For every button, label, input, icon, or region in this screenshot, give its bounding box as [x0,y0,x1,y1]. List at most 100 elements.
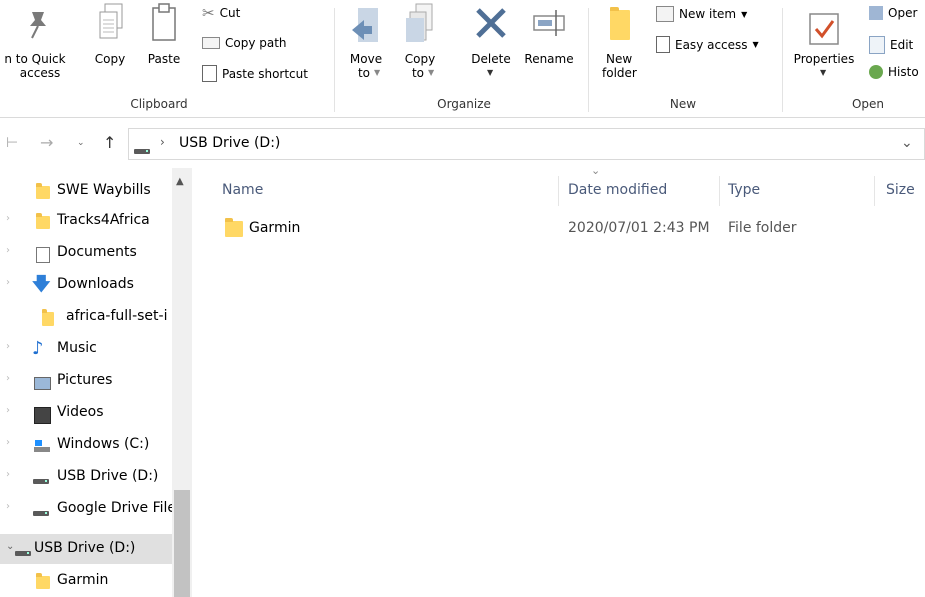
copy-button[interactable]: Copy [88,0,132,92]
paste-shortcut-button[interactable]: Paste shortcut [202,65,308,82]
chevron-down-icon: ▼ [428,68,435,77]
pin-label-line1: n to Quick [4,52,66,66]
expand-chevron-icon[interactable]: › [6,501,10,512]
copy-path-button[interactable]: Copy path [202,36,287,50]
history-button[interactable]: Histo [869,65,919,79]
expand-chevron-icon[interactable]: › [6,469,10,480]
scroll-up-arrow-icon[interactable]: ▲ [176,176,184,187]
scrollbar-thumb[interactable] [174,490,190,597]
column-header-type[interactable]: Type [728,182,760,198]
paste-label: Paste [147,52,181,66]
column-divider [558,176,559,206]
expand-chevron-icon[interactable]: › [6,437,10,448]
edit-button[interactable]: Edit [869,36,913,54]
nav-item-pictures[interactable]: › Pictures [0,366,172,396]
new-folder-label-line1: New [606,52,633,66]
ribbon-separator [334,8,335,112]
folder-icon [32,573,50,590]
delete-label: Delete [471,52,511,66]
paste-shortcut-icon [202,65,217,82]
paste-button[interactable]: Paste [140,0,188,92]
nav-item-africa-full-set[interactable]: africa-full-set-i [0,302,172,332]
nav-item-label: USB Drive (D:) [34,540,136,556]
chevron-down-icon: ▼ [741,9,748,19]
address-box[interactable]: › USB Drive (D:) ⌄ [128,128,925,160]
videos-icon [32,406,51,424]
column-divider [874,176,875,206]
windows-drive-icon [32,438,50,454]
chevron-down-icon: ▼ [487,68,494,77]
ribbon-separator [588,8,589,112]
table-row[interactable]: Garmin 2020/07/01 2:43 PM File folder [200,214,925,244]
navigation-pane: SWE Waybills › Tracks4Africa › Documents… [0,168,192,597]
nav-item-swe-waybills[interactable]: SWE Waybills [0,176,172,206]
paste-shortcut-label: Paste shortcut [222,66,308,81]
column-header-size[interactable]: Size [886,182,915,198]
cut-button[interactable]: ✂ Cut [202,4,240,22]
pictures-icon [32,374,51,390]
properties-label: Properties [793,52,855,66]
nav-item-windows-c[interactable]: › Windows (C:) [0,430,172,460]
expand-chevron-icon[interactable]: › [6,405,10,416]
move-to-label-line1: Move [349,52,383,66]
new-item-icon [656,6,674,22]
column-header-date-modified[interactable]: Date modified [568,182,667,198]
nav-item-label: Documents [57,244,137,260]
nav-item-label: Downloads [57,276,134,292]
easy-access-label: Easy access [675,37,748,52]
ribbon-separator [782,8,783,112]
edit-icon [869,36,885,54]
chevron-down-icon: ▼ [752,40,759,49]
new-folder-button[interactable]: New folder [598,0,644,92]
nav-item-garmin[interactable]: Garmin [0,566,172,596]
address-path[interactable]: USB Drive (D:) [179,135,280,151]
expand-chevron-icon[interactable]: › [6,277,10,288]
nav-item-label: USB Drive (D:) [57,468,159,484]
open-button[interactable]: Oper [869,6,917,20]
new-item-button[interactable]: New item ▼ [656,6,747,22]
folder-icon [225,218,243,237]
folder-icon [32,183,50,200]
expand-chevron-icon[interactable]: › [6,213,10,224]
nav-item-documents[interactable]: › Documents [0,238,172,268]
nav-item-label: Tracks4Africa [57,212,150,228]
move-to-button[interactable]: Move to ▼ [344,0,388,92]
open-group-label: Open [851,97,885,111]
open-icon [869,6,883,20]
paste-icon [152,3,176,41]
nav-item-label: SWE Waybills [57,182,151,198]
nav-item-usb-drive-d-selected[interactable]: ⌄ USB Drive (D:) [0,534,172,564]
nav-item-music[interactable]: › ♪ Music [0,334,172,364]
nav-item-usb-drive-d[interactable]: › USB Drive (D:) [0,462,172,492]
sort-indicator-icon: ⌄ [591,164,601,177]
address-dropdown-chevron-icon[interactable]: ⌄ [901,135,913,151]
expand-chevron-icon[interactable]: › [6,245,10,256]
open-label: Oper [888,6,918,20]
up-arrow-icon[interactable]: ↑ [103,133,116,152]
nav-item-google-drive[interactable]: › Google Drive File [0,494,172,524]
clipboard-group-label: Clipboard [130,97,188,111]
easy-access-button[interactable]: Easy access ▼ [656,36,759,53]
pin-to-quick-access-button[interactable]: n to Quick access [0,0,80,92]
nav-scrollbar[interactable]: ▲ [172,168,192,597]
copy-to-button[interactable]: Copy to ▼ [398,0,442,92]
expand-chevron-icon[interactable]: › [6,373,10,384]
forward-arrow-icon[interactable]: → [40,133,53,152]
nav-item-videos[interactable]: › Videos [0,398,172,428]
properties-button[interactable]: Properties ▼ [786,0,862,92]
expand-chevron-icon[interactable]: › [6,341,10,352]
delete-button[interactable]: Delete ▼ [464,0,518,92]
rename-button[interactable]: Rename [520,0,578,92]
recent-locations-chevron-icon[interactable]: ⌄ [77,138,85,148]
column-header-name[interactable]: Name [222,182,263,198]
organize-group-label: Organize [437,97,491,111]
nav-item-label: Garmin [57,572,109,588]
nav-item-downloads[interactable]: › 🡇 Downloads [0,270,172,300]
nav-item-tracks4africa[interactable]: › Tracks4Africa [0,206,172,236]
back-arrow-icon[interactable]: ⊢ [6,135,18,151]
new-group-label: New [669,97,697,111]
pin-label-line2: access [19,66,61,80]
new-item-label: New item [679,7,737,21]
ribbon: n to Quick access Copy Paste ✂ Cut Copy … [0,0,925,118]
move-to-label-line2: to [357,66,371,80]
